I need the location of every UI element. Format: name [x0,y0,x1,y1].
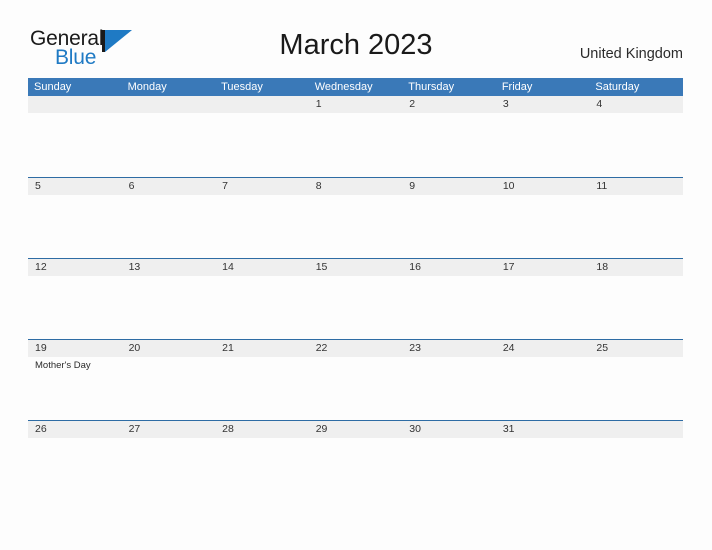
day-number-7[interactable]: 7 [215,178,309,195]
day-number-3[interactable]: 3 [496,96,590,113]
week-number-band: 26 27 28 29 30 31 [28,420,683,438]
day-number-17[interactable]: 17 [496,259,590,276]
day-number-4[interactable]: 4 [589,96,683,113]
day-cell-10[interactable] [496,195,590,258]
day-cell-3[interactable] [496,113,590,176]
day-number-8[interactable]: 8 [309,178,403,195]
calendar-week-row: 26 27 28 29 30 31 [28,420,683,501]
day-number-6[interactable]: 6 [122,178,216,195]
region-label: United Kingdom [579,46,683,62]
calendar-week-row: 1234 [28,96,683,177]
weekday-header-saturday: Saturday [595,81,640,93]
day-number-16[interactable]: 16 [402,259,496,276]
day-cell-5[interactable] [28,195,122,258]
day-number-empty [215,96,309,113]
day-cell-6[interactable] [122,195,216,258]
day-cell-4[interactable] [589,113,683,176]
day-number-30[interactable]: 30 [402,421,496,438]
holiday-label: Mother's Day [35,360,91,371]
weekday-header-wednesday: Wednesday [314,81,373,93]
day-cell-15[interactable] [309,276,403,339]
day-number-31[interactable]: 31 [496,421,590,438]
day-cell-1[interactable] [309,113,403,176]
day-cell-11[interactable] [589,195,683,258]
day-number-11[interactable]: 11 [589,178,683,195]
calendar-week-row: 12 13 14 15 16 17 18 [28,258,683,339]
day-cell-30[interactable] [402,438,496,501]
day-cell-empty [589,438,683,501]
day-number-12[interactable]: 12 [28,259,122,276]
week-event-band [28,113,683,176]
week-event-band [28,276,683,339]
day-cell-8[interactable] [309,195,403,258]
day-cell-29[interactable] [309,438,403,501]
day-cell-empty [28,113,122,176]
day-number-18[interactable]: 18 [589,259,683,276]
day-number-28[interactable]: 28 [215,421,309,438]
week-number-band: 19 20 21 22 23 24 25 [28,339,683,357]
week-number-band: 1234 [28,96,683,113]
day-number-empty [122,96,216,113]
day-cell-16[interactable] [402,276,496,339]
day-cell-24[interactable] [496,357,590,420]
week-event-band [28,438,683,501]
day-number-1[interactable]: 1 [309,96,403,113]
day-cell-13[interactable] [122,276,216,339]
day-number-24[interactable]: 24 [496,340,590,357]
weekday-header-row: Sunday Monday Tuesday Wednesday Thursday Frid… [28,78,683,96]
day-number-5[interactable]: 5 [28,178,122,195]
week-number-band: 5 6 7 8 9 10 11 [28,177,683,195]
day-number-20[interactable]: 20 [122,340,216,357]
day-cell-19[interactable]: Mother's Day [28,357,122,420]
day-number-10[interactable]: 10 [496,178,590,195]
day-cell-empty [215,113,309,176]
week-event-band: Mother's Day [28,357,683,420]
day-cell-18[interactable] [589,276,683,339]
calendar-weeks: 1 2 3 4 5 6 7 8 9 10 11 12 13 14 15 16 17 18 19 20 21 22 23 24 2… [28,96,683,501]
day-number-14[interactable]: 14 [215,259,309,276]
day-number-empty [589,421,683,438]
day-cell-20[interactable] [122,357,216,420]
day-number-26[interactable]: 26 [28,421,122,438]
day-number-15[interactable]: 15 [309,259,403,276]
day-cell-empty [122,113,216,176]
calendar-page: General Blue March 2023 United Kingdom S… [0,0,712,550]
day-number-13[interactable]: 13 [122,259,216,276]
calendar-week-row: 19 20 21 22 23 24 25 Mother's Day [28,339,683,420]
day-cell-26[interactable] [28,438,122,501]
day-number-empty [28,96,122,113]
day-cell-28[interactable] [215,438,309,501]
day-number-22[interactable]: 22 [309,340,403,357]
calendar-week-row: 5 6 7 8 9 10 11 [28,177,683,258]
weekday-header-sunday: Sunday [34,81,72,93]
day-number-27[interactable]: 27 [122,421,216,438]
day-cell-25[interactable] [589,357,683,420]
weekday-header-tuesday: Tuesday [221,81,263,93]
week-number-band: 12 13 14 15 16 17 18 [28,258,683,276]
day-number-29[interactable]: 29 [309,421,403,438]
weekday-header-friday: Friday [501,81,533,93]
day-number-9[interactable]: 9 [402,178,496,195]
day-cell-2[interactable] [402,113,496,176]
day-cell-22[interactable] [309,357,403,420]
week-event-band [28,195,683,258]
calendar-table: Sunday Monday Tuesday Wednesday Thursday Frid… [28,78,683,501]
day-cell-21[interactable] [215,357,309,420]
day-cell-27[interactable] [122,438,216,501]
day-number-25[interactable]: 25 [589,340,683,357]
day-number-21[interactable]: 21 [215,340,309,357]
day-number-2[interactable]: 2 [402,96,496,113]
day-cell-12[interactable] [28,276,122,339]
day-cell-9[interactable] [402,195,496,258]
day-cell-14[interactable] [215,276,309,339]
day-cell-17[interactable] [496,276,590,339]
day-cell-31[interactable] [496,438,590,501]
day-number-23[interactable]: 23 [402,340,496,357]
day-number-19[interactable]: 19 [28,340,122,357]
weekday-header-thursday: Thursday [408,81,455,93]
day-cell-7[interactable] [215,195,309,258]
day-cell-23[interactable] [402,357,496,420]
weekday-header-monday: Monday [127,81,167,93]
page-header: General Blue March 2023 United Kingdom [0,0,712,76]
